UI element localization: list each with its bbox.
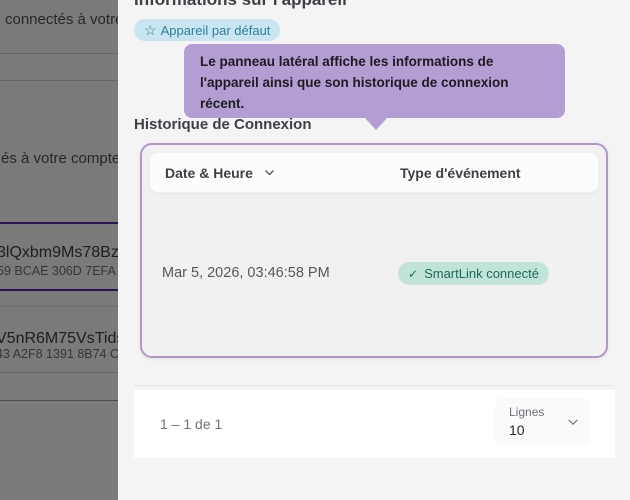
screen: connectés à votre és à votre compte 3lQx… — [0, 0, 630, 500]
pagination-bar: 1 – 1 de 1 Lignes 10 — [134, 390, 615, 458]
sidepanel-tooltip: Le panneau latéral affiche les informati… — [184, 44, 565, 118]
connection-history-heading: Historique de Connexion — [134, 116, 312, 133]
default-device-badge: ☆ Appareil par défaut — [134, 19, 280, 41]
pagination-divider — [134, 385, 612, 386]
connection-history-table: Date & Heure Type d'événement Mar 5, 202… — [140, 143, 608, 358]
rows-per-page-value: 10 — [509, 422, 525, 438]
event-type-badge: ✓ SmartLink connecté — [398, 262, 549, 285]
table-header-row: Date & Heure Type d'événement — [149, 152, 599, 193]
column-header-event: Type d'événement — [400, 165, 521, 181]
sort-chevron-down-icon[interactable] — [263, 166, 276, 179]
cell-datetime: Mar 5, 2026, 03:46:58 PM — [162, 265, 330, 281]
panel-title: Informations sur l'appareil — [134, 0, 347, 10]
chevron-down-icon[interactable] — [566, 415, 580, 434]
rows-per-page-select[interactable]: Lignes 10 — [495, 398, 590, 447]
dimmed-page-background: connectés à votre és à votre compte 3lQx… — [0, 0, 118, 500]
column-header-date-label: Date & Heure — [165, 165, 253, 181]
modal-backdrop-scrim[interactable] — [0, 0, 118, 500]
rows-per-page-label: Lignes — [509, 405, 544, 419]
tooltip-text: Le panneau latéral affiche les informati… — [200, 51, 549, 114]
device-info-panel: Informations sur l'appareil ☆ Appareil p… — [118, 0, 630, 500]
default-device-badge-label: Appareil par défaut — [161, 23, 271, 38]
pagination-range-label: 1 – 1 de 1 — [160, 390, 222, 458]
tooltip-arrow — [364, 117, 388, 130]
column-header-date[interactable]: Date & Heure — [165, 165, 276, 181]
event-type-badge-label: SmartLink connecté — [424, 266, 539, 281]
check-icon: ✓ — [408, 267, 418, 281]
star-outline-icon: ☆ — [144, 23, 157, 37]
